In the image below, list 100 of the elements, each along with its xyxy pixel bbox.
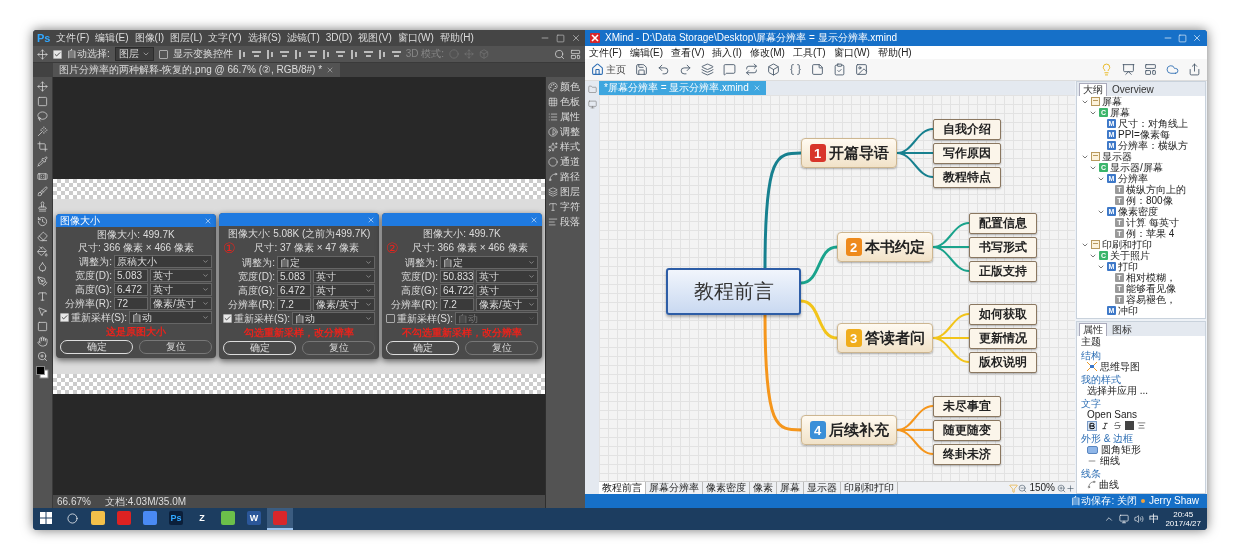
subtopic[interactable]: 随更随变 [933,420,1001,441]
resample-checkbox[interactable] [386,314,395,323]
subtopic[interactable]: 正版支持 [969,261,1037,282]
eraser-tool-icon[interactable] [37,231,48,242]
panel-button[interactable]: 段落 [548,216,583,228]
dialog-button[interactable]: 复位 [139,340,212,354]
main-topic[interactable]: 4 后续补充 [801,415,897,445]
menu-item[interactable]: 帮助(H) [877,46,912,59]
main-topic[interactable]: 1 开篇导语 [801,138,897,168]
value-field[interactable]: 64.722 [440,284,474,297]
unit-dropdown[interactable]: 英寸 [476,284,538,297]
outline-item[interactable]: 显示器 [1077,151,1205,162]
unit-dropdown[interactable]: 英寸 [150,283,212,296]
blur-tool-icon[interactable] [37,261,48,272]
menu-item[interactable]: 文件(F) [56,32,90,44]
panel-button[interactable]: 图层 [548,186,583,198]
align-icon[interactable] [265,49,275,59]
fit-dropdown[interactable]: 自定 [277,256,375,269]
save-icon[interactable] [635,63,648,76]
align-icon[interactable] [1137,421,1146,430]
fit-dropdown[interactable]: 原稿大小 [114,255,212,268]
outline-item[interactable]: 印刷和打印 [1077,239,1205,250]
redo-icon[interactable] [679,63,692,76]
menu-item[interactable]: 编辑(E) [95,32,129,44]
unit-dropdown[interactable]: 英寸 [476,270,538,283]
panel-button[interactable]: 属性 [548,111,583,123]
italic-button[interactable] [1100,420,1110,431]
menu-item[interactable]: 窗口(W) [833,46,870,59]
hand-tool-icon[interactable] [37,336,48,347]
menu-item[interactable]: 文件(F) [589,46,622,59]
panel-button[interactable]: 样式 [548,141,583,153]
workspace-icon[interactable] [570,48,581,60]
align-icon[interactable] [335,49,345,59]
line-option[interactable]: 曲线 [1081,479,1201,490]
border-option[interactable]: 细线 [1081,455,1201,466]
dialog-button[interactable]: 确定 [60,340,133,354]
dialog-button[interactable]: 复位 [465,341,538,355]
align-icon[interactable] [307,49,317,59]
subtopic[interactable]: 写作原因 [933,143,1001,164]
menu-item[interactable]: 文字(Y) [208,32,242,44]
align-icon[interactable] [251,49,261,59]
panel-button[interactable]: 颜色 [548,81,583,93]
subtopic[interactable]: 更新情况 [969,328,1037,349]
panel-button[interactable]: 色板 [548,96,583,108]
panel-button[interactable]: 字符 [548,201,583,213]
close-icon[interactable] [326,66,335,74]
move-tool-icon[interactable] [37,81,48,92]
menu-item[interactable]: 编辑(E) [629,46,664,59]
menu-item[interactable]: 工具(T) [792,46,826,59]
taskbar-app[interactable] [267,508,293,530]
zoom-tool-icon[interactable] [37,351,48,362]
central-topic[interactable]: 教程前言 [666,268,801,315]
bucket-tool-icon[interactable] [37,246,48,257]
value-field[interactable]: 7.2 [440,298,474,311]
stamp-tool-icon[interactable] [37,201,48,212]
chevron-icon[interactable] [1104,514,1115,524]
search-icon[interactable] [554,48,565,60]
text-color-swatch[interactable] [1125,421,1134,430]
menu-item[interactable]: 帮助(H) [439,32,474,44]
transform-checkbox[interactable] [158,49,168,59]
subtopic[interactable]: 如何获取 [969,304,1037,325]
value-field[interactable]: 6.472 [277,284,311,297]
zoom-in-icon[interactable] [1057,483,1066,493]
align-icon[interactable] [349,49,359,59]
align-icon[interactable] [293,49,303,59]
font-selector[interactable]: Open Sans [1081,409,1201,420]
close-icon[interactable] [571,33,581,43]
boundary-icon[interactable] [767,63,780,76]
color-swatch-icon[interactable] [36,366,49,379]
layer-dropdown[interactable]: 图层 [114,47,154,61]
menu-item[interactable]: 选择(S) [247,32,281,44]
shape-option[interactable]: 圆角矩形 [1081,444,1201,455]
strikethrough-icon[interactable] [1113,421,1122,430]
summary-icon[interactable] [789,63,802,76]
dialog-button[interactable]: 复位 [302,341,375,355]
cloud-icon[interactable] [1166,63,1179,76]
fit-dropdown[interactable]: 自定 [440,256,538,269]
selection-tool-icon[interactable] [37,306,48,317]
subtopic[interactable]: 终卦未济 [933,444,1001,465]
value-field[interactable]: 50.833 [440,270,474,283]
brush-tool-icon[interactable] [37,186,48,197]
resample-dropdown[interactable]: 自动 [129,311,212,324]
clock[interactable]: 20:45 2017/4/27 [1159,510,1207,528]
input-method[interactable]: 中 [1149,513,1160,525]
taskbar-app[interactable]: W [241,508,267,530]
monitor-icon[interactable] [587,100,597,109]
menu-item[interactable]: 插入(I) [712,46,742,59]
main-topic[interactable]: 2 本书约定 [837,232,933,262]
panel-button[interactable]: 通道 [548,156,583,168]
callout-icon[interactable] [723,63,736,76]
menu-item[interactable]: 滤镜(T) [286,32,320,44]
healing-tool-icon[interactable] [37,171,48,182]
align-icon[interactable] [237,49,247,59]
subtopic[interactable]: 配置信息 [969,213,1037,234]
zoom-out-icon[interactable] [1018,483,1028,493]
align-icon[interactable] [377,49,387,59]
value-field[interactable]: 6.472 [114,283,148,296]
resample-checkbox[interactable] [60,313,69,322]
menu-item[interactable]: 窗口(W) [397,32,434,44]
align-icon[interactable] [279,49,289,59]
